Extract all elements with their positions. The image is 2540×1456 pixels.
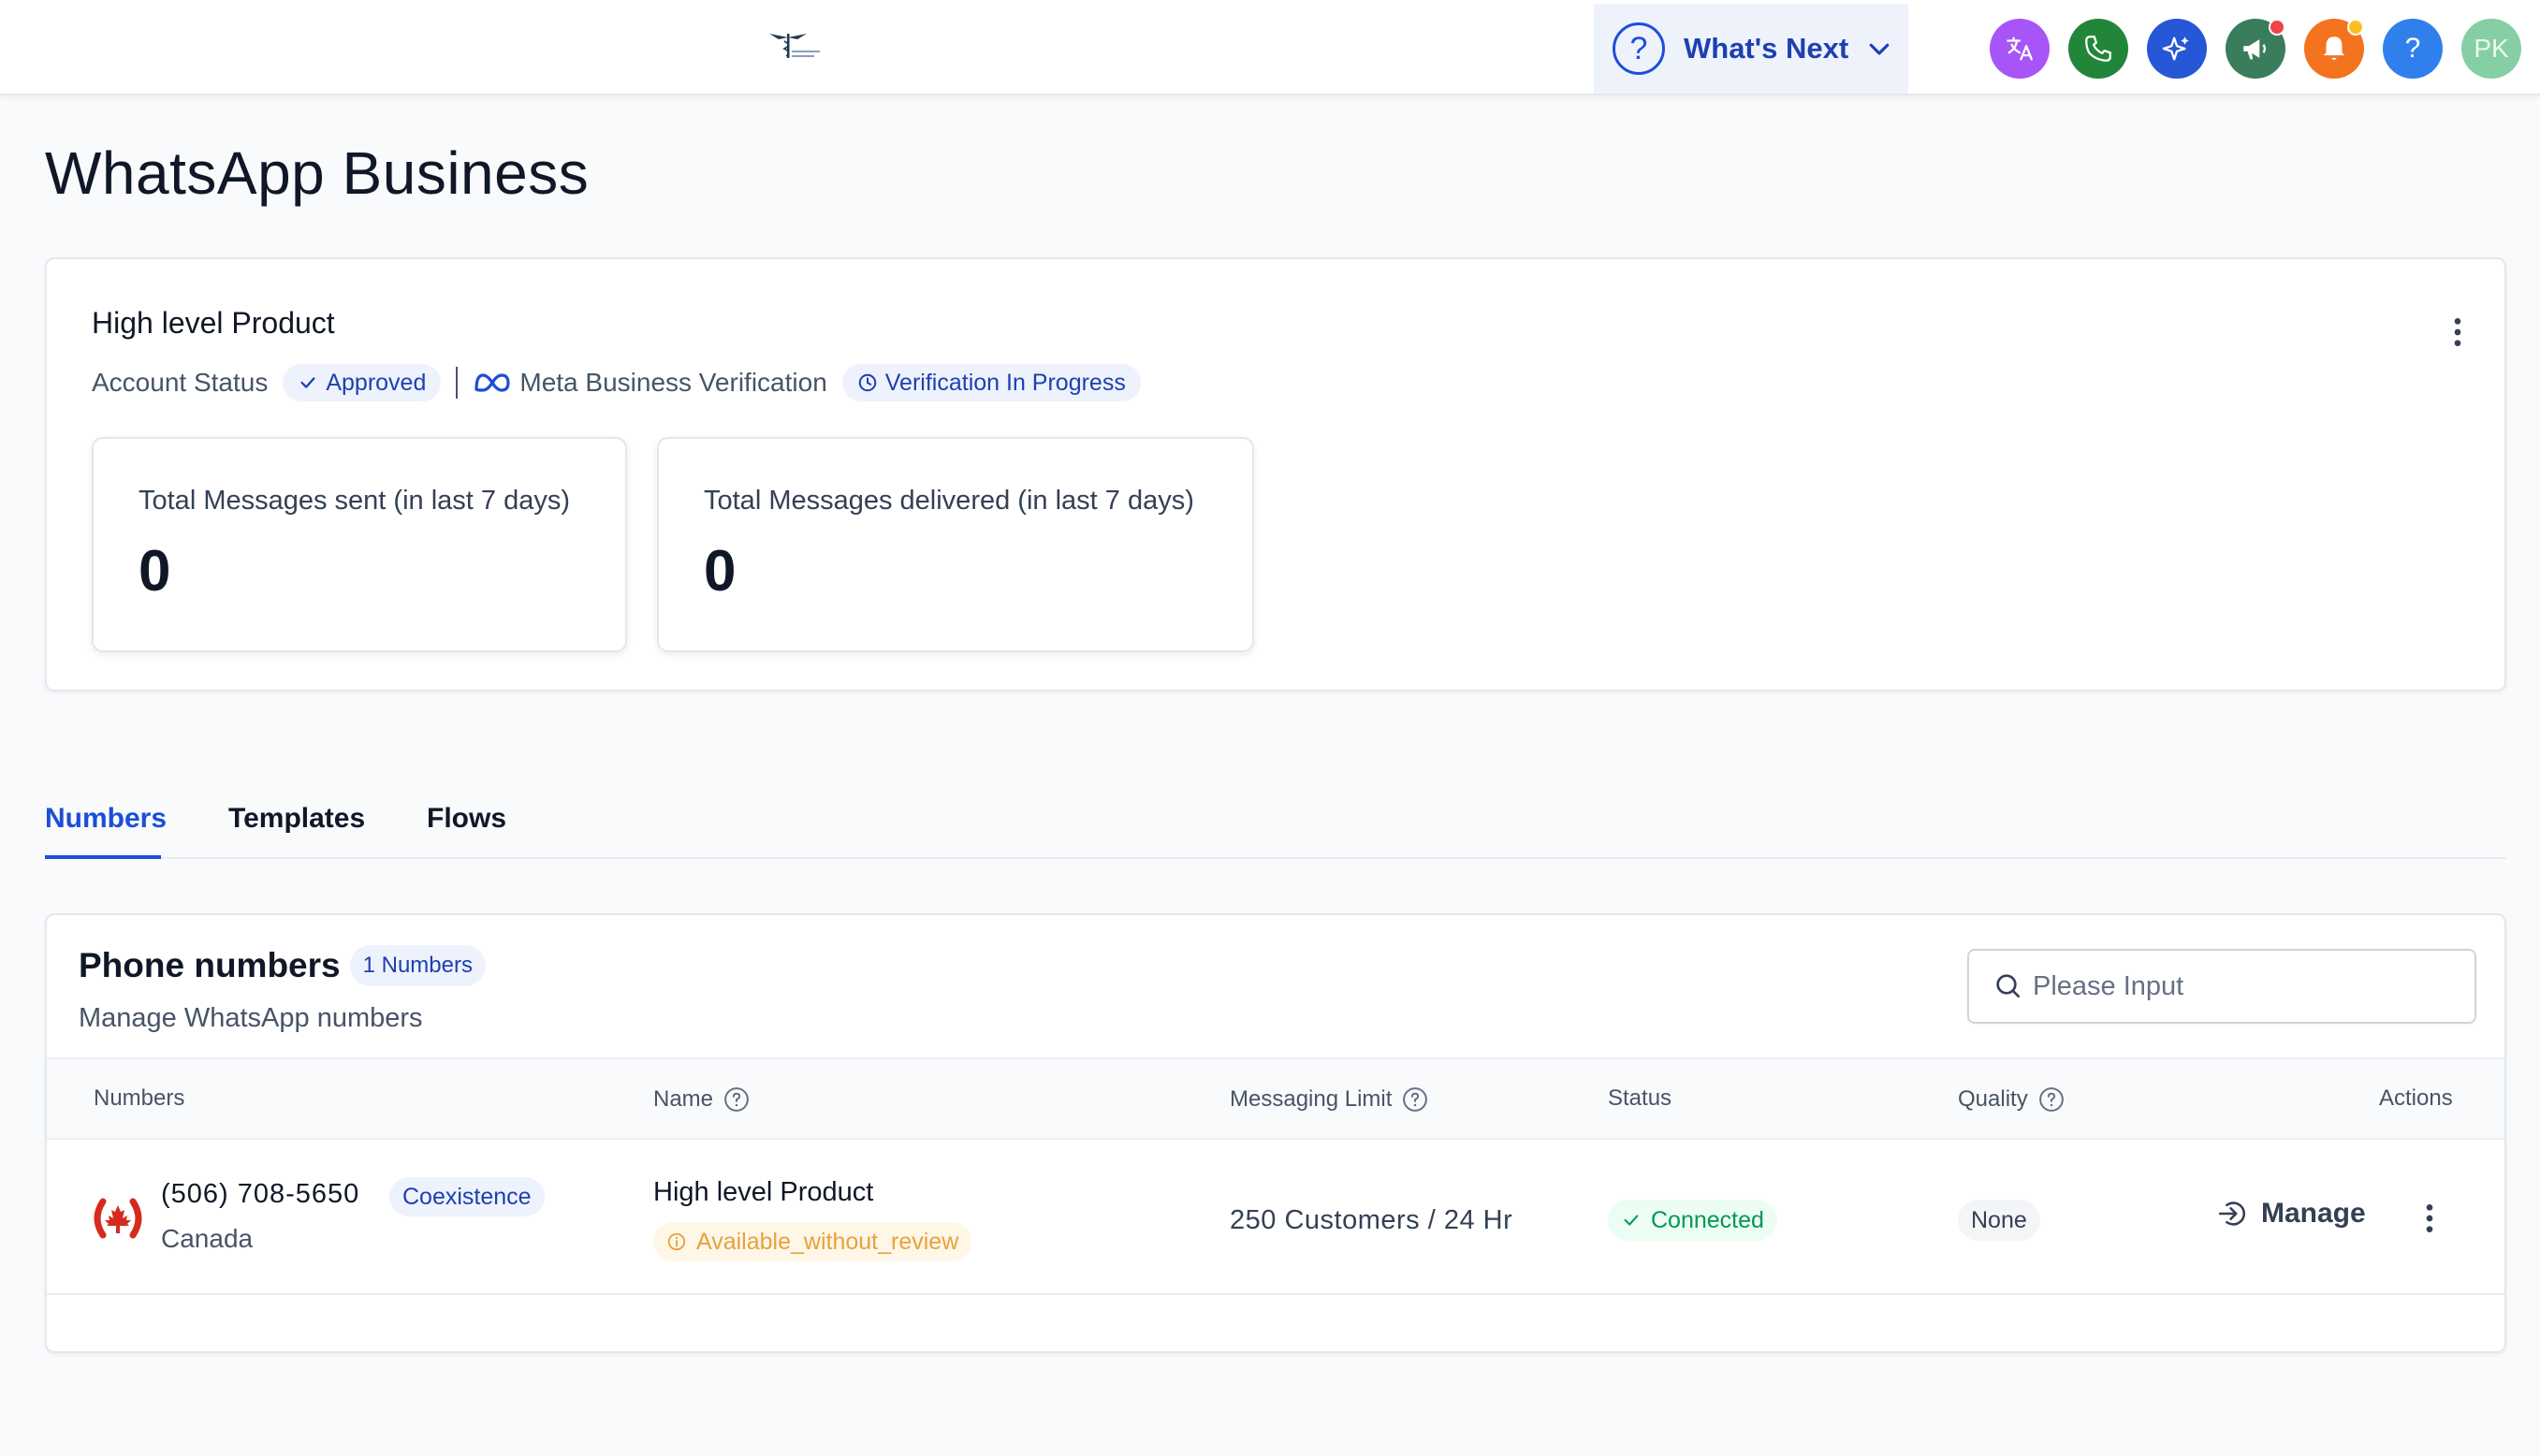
clock-icon — [858, 373, 877, 392]
country-name: Canada — [161, 1224, 254, 1253]
column-header-messaging-limit: Messaging Limit — [1230, 1085, 1429, 1114]
notification-dot — [2347, 19, 2364, 36]
column-header-text: Name — [653, 1086, 714, 1112]
sparkle-icon — [2162, 36, 2189, 61]
info-icon — [667, 1232, 686, 1251]
meta-verification-label: Meta Business Verification — [519, 368, 827, 397]
stat-value: 0 — [139, 539, 171, 604]
column-header-status: Status — [1608, 1085, 1671, 1112]
column-header-numbers: Numbers — [94, 1085, 184, 1112]
phone-icon — [2085, 36, 2111, 62]
quality-badge: None — [1958, 1200, 2040, 1241]
topbar-icon-group: ? PK — [1990, 19, 2521, 79]
meta-logo-icon — [474, 373, 510, 392]
messages-sent-stat: Total Messages sent (in last 7 days) 0 — [92, 437, 627, 652]
phone-numbers-header: Phone numbers 1 Numbers — [79, 945, 486, 986]
user-avatar[interactable]: PK — [2461, 19, 2521, 79]
search-box — [1967, 949, 2476, 1024]
column-header-text: Status — [1608, 1085, 1672, 1111]
check-icon — [300, 377, 315, 388]
megaphone-icon — [2243, 39, 2267, 60]
check-icon — [1624, 1215, 1639, 1226]
help-circle-icon[interactable] — [1401, 1085, 1429, 1114]
notification-dot — [2269, 19, 2285, 36]
status-text: Connected — [1651, 1206, 1764, 1233]
column-header-quality: Quality — [1958, 1085, 2066, 1114]
notifications-button[interactable] — [2304, 19, 2364, 79]
search-input[interactable] — [2033, 970, 2463, 1002]
company-logo — [769, 34, 820, 58]
canada-flag-icon — [94, 1198, 142, 1239]
tab-templates[interactable]: Templates — [228, 803, 365, 859]
top-navigation-bar: ? What's Next ? PK — [0, 0, 2540, 95]
column-header-text: Numbers — [94, 1085, 185, 1111]
messaging-limit-value: 250 Customers / 24 Hr — [1230, 1205, 1513, 1235]
status-badge: Connected — [1608, 1200, 1777, 1241]
help-circle-icon[interactable] — [723, 1085, 751, 1114]
avatar-initials: PK — [2474, 34, 2509, 63]
stat-label: Total Messages sent (in last 7 days) — [139, 486, 570, 516]
messages-delivered-stat: Total Messages delivered (in last 7 days… — [657, 437, 1254, 652]
search-icon — [1996, 974, 2020, 997]
manage-button[interactable]: Manage — [2216, 1198, 2366, 1230]
more-options-icon[interactable] — [2439, 313, 2476, 351]
numbers-count-badge: 1 Numbers — [349, 945, 486, 986]
question-icon: ? — [1613, 22, 1665, 75]
verification-badge: Verification In Progress — [841, 364, 1141, 401]
account-name: High level Product — [92, 306, 335, 340]
phone-button[interactable] — [2068, 19, 2128, 79]
name-status-text: Available_without_review — [696, 1228, 959, 1255]
column-header-text: Quality — [1958, 1086, 2028, 1112]
stat-label: Total Messages delivered (in last 7 days… — [704, 486, 1194, 516]
tab-numbers[interactable]: Numbers — [45, 803, 167, 859]
table-row: (506) 708-5650 Coexistence Canada High l… — [47, 1140, 2504, 1295]
approved-badge: Approved — [283, 364, 442, 401]
account-status-label: Account Status — [92, 368, 269, 397]
chevron-down-icon — [1869, 43, 1890, 55]
page-title: WhatsApp Business — [45, 139, 590, 207]
login-arrow-icon — [2218, 1201, 2246, 1226]
display-name: High level Product — [653, 1177, 874, 1207]
column-header-text: Actions — [2379, 1085, 2453, 1111]
column-header-text: Messaging Limit — [1230, 1086, 1393, 1112]
column-header-name: Name — [653, 1085, 751, 1114]
help-icon: ? — [2404, 33, 2421, 64]
whats-next-label: What's Next — [1684, 32, 1849, 65]
name-status-badge: Available_without_review — [653, 1222, 972, 1261]
announcements-button[interactable] — [2226, 19, 2285, 79]
verification-badge-text: Verification In Progress — [884, 369, 1126, 396]
section-subtitle: Manage WhatsApp numbers — [79, 1003, 423, 1033]
bell-icon — [2323, 36, 2345, 61]
ai-assistant-button[interactable] — [2147, 19, 2207, 79]
translate-button[interactable] — [1990, 19, 2050, 79]
help-button[interactable]: ? — [2383, 19, 2443, 79]
column-header-actions: Actions — [2379, 1085, 2453, 1112]
coexistence-badge: Coexistence — [389, 1177, 545, 1216]
approved-badge-text: Approved — [326, 369, 427, 396]
translate-icon — [2007, 36, 2033, 61]
row-more-options-icon[interactable] — [2411, 1200, 2448, 1237]
phone-numbers-card: Phone numbers 1 Numbers Manage WhatsApp … — [45, 913, 2506, 1353]
table-header: Numbers Name Messaging Limit Status Qual… — [47, 1057, 2504, 1140]
tab-flows[interactable]: Flows — [427, 803, 506, 859]
section-title: Phone numbers — [79, 946, 341, 984]
account-status-line: Account Status Approved Meta Business Ve… — [92, 364, 1141, 401]
help-circle-icon[interactable] — [2037, 1085, 2066, 1114]
stat-value: 0 — [704, 539, 737, 604]
divider — [456, 367, 459, 399]
tab-bar: Numbers Templates Flows — [45, 803, 2506, 859]
manage-label: Manage — [2261, 1198, 2366, 1229]
phone-number: (506) 708-5650 — [161, 1179, 360, 1209]
account-overview-card: High level Product Account Status Approv… — [45, 257, 2506, 692]
whats-next-dropdown[interactable]: ? What's Next — [1594, 4, 1908, 94]
